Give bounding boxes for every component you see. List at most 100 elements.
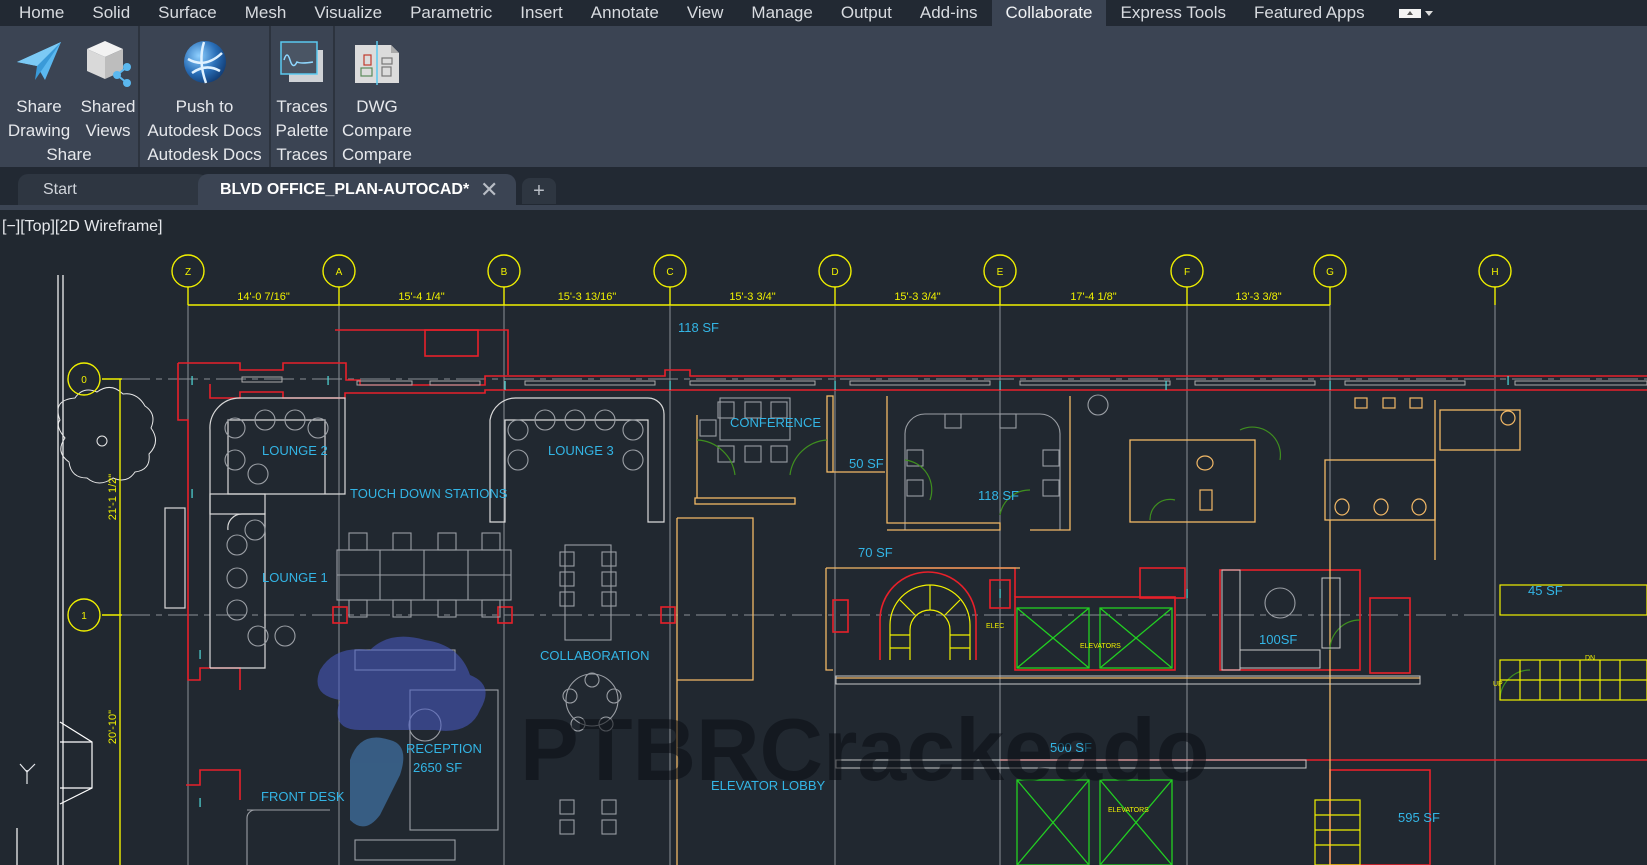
panel-share: Share Drawing Shared Views Share (0, 26, 140, 167)
push-docs-label-2: Autodesk Docs (147, 121, 262, 140)
grid-bubble-f: F (1170, 254, 1204, 288)
new-tab-button[interactable]: + (522, 178, 556, 204)
ucs-icon (19, 763, 36, 784)
grid-bubble-z: Z (171, 254, 205, 288)
ribbon-tab-collaborate[interactable]: Collaborate (991, 0, 1107, 26)
shared-views-label-2: Views (85, 121, 131, 140)
tab-start[interactable]: Start (18, 174, 208, 207)
grid-bubble-label: D (831, 267, 838, 278)
viewport-controls[interactable]: [−][Top][2D Wireframe] (2, 218, 163, 236)
column-marker: I (198, 795, 202, 810)
shared-views-button[interactable]: Shared Views (78, 26, 138, 143)
ribbon-tab-surface[interactable]: Surface (144, 0, 231, 26)
ribbon-tab-parametric[interactable]: Parametric (396, 0, 506, 26)
ribbon-tab-annotate[interactable]: Annotate (577, 0, 673, 26)
room-label-collaboration: COLLABORATION (540, 648, 650, 663)
ribbon-tab-view[interactable]: View (673, 0, 738, 26)
chair (226, 567, 248, 589)
ribbon-panel-area: Share Drawing Shared Views Share Push to Au… (0, 26, 1647, 167)
label-elec: ELEC (986, 623, 1004, 630)
chair (622, 449, 644, 471)
share-drawing-button[interactable]: Share Drawing (0, 26, 78, 143)
chair (244, 519, 266, 541)
column-marker: I (1185, 586, 1189, 601)
ribbon-tab-insert[interactable]: Insert (506, 0, 577, 26)
dimension-text-left-2: 20'-10" (107, 710, 119, 744)
grid-bubble-a: A (322, 254, 356, 288)
ribbon-tab-express-tools[interactable]: Express Tools (1106, 0, 1240, 26)
push-to-autodesk-docs-button[interactable]: Push to Autodesk Docs (140, 26, 269, 143)
grid-bubble-g: G (1313, 254, 1347, 288)
column-marker: I (1328, 378, 1332, 393)
column-marker: I (998, 586, 1002, 601)
shared-views-label-1: Shared (80, 97, 136, 116)
grid-bubble-c: C (653, 254, 687, 288)
ribbon-tab-bar: Home Solid Surface Mesh Visualize Parametric I… (0, 0, 1647, 26)
grid-bubble-1: 1 (67, 598, 101, 632)
panel-autodesk-docs: Push to Autodesk Docs Autodesk Docs (140, 26, 271, 167)
ribbon-tab-mesh[interactable]: Mesh (231, 0, 301, 26)
grid-bubble-label: E (997, 267, 1004, 278)
panel-title-share: Share (46, 145, 92, 164)
label-up: UP (1493, 681, 1503, 688)
window-mullions (241, 376, 1647, 386)
grid-bubble-b: B (487, 254, 521, 288)
ribbon-tab-add-ins[interactable]: Add-ins (906, 0, 992, 26)
dimension-text: 17'-4 1/8" (1070, 291, 1116, 303)
dwg-compare-icon (351, 36, 403, 88)
traces-palette-button[interactable]: Traces Palette (271, 26, 333, 143)
room-label-45sf: 45 SF (1528, 583, 1563, 598)
ribbon-tab-visualize[interactable]: Visualize (300, 0, 396, 26)
panel-compare: DWG Compare Compare (335, 26, 419, 167)
room-label-reception-area: 2650 SF (413, 760, 462, 775)
room-label-lounge1: LOUNGE 1 (262, 570, 328, 585)
ribbon-tab-output[interactable]: Output (827, 0, 906, 26)
minimize-ribbon-button[interactable] (1398, 8, 1433, 18)
paper-plane-icon (13, 36, 65, 88)
dwg-compare-label-2: Compare (342, 121, 412, 140)
panel-title-autodesk-docs: Autodesk Docs (147, 145, 262, 164)
grid-bubble-label: H (1491, 267, 1498, 278)
traces-label-2: Palette (275, 121, 329, 140)
panel-title-compare: Compare (342, 145, 412, 164)
room-label-reception: RECEPTION (406, 741, 482, 756)
traces-label-1: Traces (276, 97, 328, 116)
traces-palette-icon (276, 36, 328, 88)
share-drawing-label-2: Drawing (7, 121, 71, 140)
dimension-text-top: 14'-0 7/16" 15'-4 1/4" 15'-3 13/16" 15'-3 3… (237, 291, 1282, 303)
watermark-text: PTBRCrackeado (520, 700, 1210, 799)
column-marker: I (1164, 378, 1168, 393)
minimize-ribbon-icon (1398, 8, 1421, 18)
dimension-text: 15'-3 13/16" (558, 291, 617, 303)
panel-traces: Traces Palette Traces (271, 26, 335, 167)
ribbon-tab-featured-apps[interactable]: Featured Apps (1240, 0, 1379, 26)
chair (622, 419, 644, 441)
push-docs-label-1: Push to (175, 97, 234, 116)
close-icon[interactable]: ✕ (480, 174, 498, 206)
chevron-down-icon (1424, 10, 1433, 16)
tab-drawing-active[interactable]: BLVD OFFICE_PLAN-AUTOCAD* ✕ (198, 174, 516, 207)
chair (226, 599, 248, 621)
ribbon-tab-solid[interactable]: Solid (78, 0, 144, 26)
grid-bubble-label: F (1184, 267, 1190, 278)
grid-bubble-label: Z (185, 267, 191, 278)
dwg-compare-label-1: DWG (356, 97, 398, 116)
column-marker: I (198, 647, 202, 662)
lounge-furniture (164, 397, 665, 669)
grid-bubble-label: 0 (81, 375, 87, 386)
panel-title-traces: Traces (276, 145, 328, 164)
ribbon-tab-home[interactable]: Home (0, 0, 78, 26)
drawing-viewport[interactable]: [−][Top][2D Wireframe] Z A B C D E F G H… (0, 210, 1647, 865)
ribbon-tab-manage[interactable]: Manage (737, 0, 826, 26)
label-dn: DN (1585, 655, 1595, 662)
grid-bubbles-left: 01 (67, 362, 101, 632)
label-elevators: ELEVATORS (1080, 643, 1121, 650)
column-marker: I (190, 373, 194, 388)
room-label-70sf: 70 SF (858, 545, 893, 560)
dwg-compare-button[interactable]: DWG Compare (335, 26, 419, 143)
column-marker: I (1506, 373, 1510, 388)
room-label-front-desk: FRONT DESK (261, 789, 345, 804)
column-marker: I (190, 486, 194, 501)
column-marker: I (998, 378, 1002, 393)
grid-bubble-e: E (983, 254, 1017, 288)
